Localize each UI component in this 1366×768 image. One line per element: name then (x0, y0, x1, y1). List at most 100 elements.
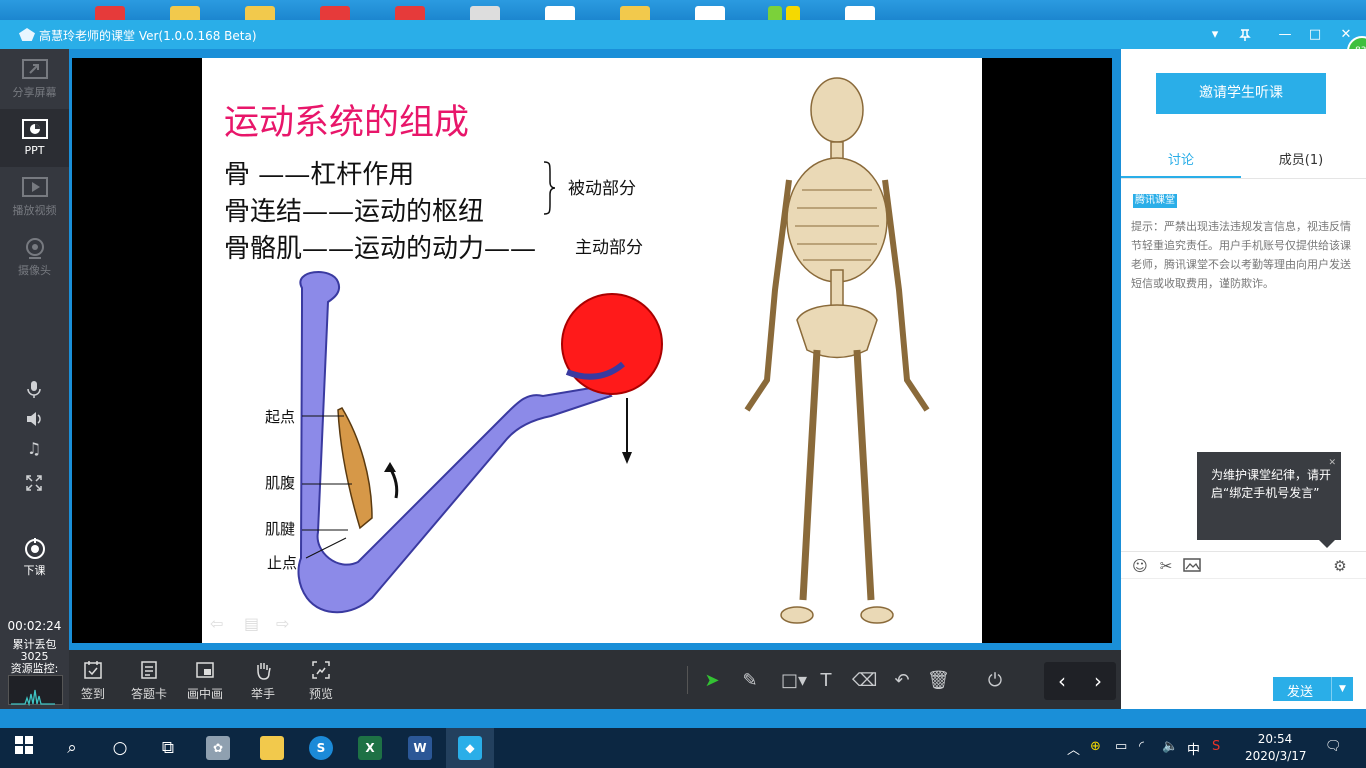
scissors-icon[interactable]: ✂ (1157, 557, 1175, 575)
cortana-icon[interactable]: ○ (108, 736, 132, 760)
task-view-icon[interactable]: ⧉ (156, 736, 180, 760)
end-class-button[interactable]: 下课 (0, 527, 69, 585)
battery-icon[interactable]: ▭ (1115, 739, 1127, 754)
end-class-label: 下课 (23, 564, 46, 577)
invite-students-button[interactable]: 邀请学生听课 (1156, 73, 1326, 114)
send-label: 发送 (1287, 685, 1314, 700)
slide-next-arrow-icon[interactable]: ⇨ (276, 614, 296, 633)
sidebar-item-camera[interactable]: 摄像头 (0, 227, 69, 285)
desktop-file-icon[interactable] (786, 6, 800, 20)
tool-sign-in-button[interactable]: 签到 (67, 660, 119, 702)
fullscreen-icon[interactable] (24, 474, 44, 494)
desktop-file-icon[interactable] (545, 6, 575, 20)
tray-expand-icon[interactable]: ︿ (1067, 739, 1080, 758)
speaker-icon[interactable] (24, 409, 44, 429)
music-icon[interactable]: ♫ (24, 439, 44, 459)
tab-discussion[interactable]: 讨论 (1121, 149, 1241, 168)
image-icon[interactable] (1183, 557, 1201, 575)
brace-shape (543, 161, 556, 215)
settings-gear-icon[interactable]: ⚙ (1331, 557, 1349, 575)
checkin-icon (84, 661, 102, 679)
tool-raise-hand-button[interactable]: 举手 (237, 660, 289, 702)
tool-answer-card-button[interactable]: 答题卡 (123, 660, 175, 702)
text-tool-icon[interactable]: T (815, 670, 837, 692)
arm-label-origin: 起点 (265, 408, 296, 426)
tool-label: 预览 (308, 687, 333, 701)
taskbar-app-tencent-classroom[interactable]: ◆ (446, 728, 494, 768)
prev-page-icon[interactable]: ‹ (1052, 669, 1072, 693)
send-button[interactable]: 发送 ▼ (1273, 677, 1353, 701)
desktop-folder-icon[interactable] (620, 6, 650, 20)
slide-stage: 运动系统的组成 骨 ——杠杆作用 骨连结——运动的枢纽 骨骼肌——运动的动力——… (72, 58, 1112, 643)
desktop-file-icon[interactable] (320, 6, 350, 20)
maximize-icon[interactable]: □ (1304, 24, 1326, 46)
slide-prev-arrow-icon[interactable]: ⇦ (210, 614, 230, 633)
taskbar-app-word[interactable]: W (396, 728, 444, 768)
tooltip-close-icon[interactable]: ✕ (1328, 454, 1336, 472)
desktop-file-icon[interactable] (845, 6, 875, 20)
input-method-indicator[interactable]: 中 (1187, 739, 1200, 758)
taskbar-app-file-explorer[interactable] (248, 728, 296, 768)
taskbar-app-sogou-browser[interactable]: S (297, 728, 345, 768)
slide-text-line: 骨 ——杠杆作用 (224, 160, 415, 190)
slide-text-line: 骨连结——运动的枢纽 (224, 197, 485, 227)
undo-tool-icon[interactable]: ↶ (891, 670, 913, 692)
pin-icon[interactable] (1234, 24, 1256, 46)
left-sidebar: 分享屏幕 PPT 播放视频 摄像头 ♫ 下课 00:02:24 累计丢包 302… (0, 49, 69, 709)
sidebar-item-share-screen[interactable]: 分享屏幕 (0, 49, 69, 107)
bottom-toolbar: 签到 答题卡 画中画 举手 预览 ➤ ✎ □▾ T ⌫ ↶ 🗑 ⏻ ‹ › (69, 650, 1121, 709)
eraser-tool-icon[interactable]: ⌫ (852, 670, 877, 692)
chat-input[interactable] (1121, 581, 1366, 671)
pointer-tool-icon[interactable]: ➤ (701, 670, 723, 692)
desktop-file-icon[interactable] (470, 6, 500, 20)
slide-menu-icon[interactable]: ▤ (244, 614, 264, 633)
right-panel: 邀请学生听课 讨论 成员(1) 腾讯课堂 提示：严禁出现违法违规发言信息，视违反… (1121, 49, 1366, 709)
tool-preview-button[interactable]: 预览 (295, 660, 347, 702)
arm-label-muscle-belly: 肌腹 (265, 474, 296, 492)
desktop-file-icon[interactable] (395, 6, 425, 20)
desktop-file-icon[interactable] (95, 6, 125, 20)
dropdown-icon[interactable]: ▾ (1204, 24, 1226, 46)
slide-pager: ‹ › (1044, 662, 1116, 700)
tab-members[interactable]: 成员(1) (1241, 149, 1361, 168)
chat-toolbar: ☺ ✂ ⚙ (1121, 551, 1366, 579)
power-icon[interactable]: ⏻ (984, 670, 1006, 692)
minimize-icon[interactable]: — (1274, 24, 1296, 46)
search-icon[interactable]: ⌕ (60, 736, 84, 760)
delete-tool-icon[interactable]: 🗑 (927, 670, 950, 692)
emoji-icon[interactable]: ☺ (1131, 557, 1149, 575)
microphone-icon[interactable] (24, 379, 44, 399)
desktop-file-icon[interactable] (695, 6, 725, 20)
pen-tool-icon[interactable]: ✎ (739, 670, 761, 692)
picture-in-picture-icon (196, 662, 214, 678)
send-options-dropdown-icon[interactable]: ▼ (1331, 677, 1353, 701)
network-icon[interactable]: ◜ (1139, 739, 1144, 754)
sidebar-item-label: PPT (24, 144, 45, 157)
sogou-input-icon[interactable]: S (1212, 739, 1220, 754)
slide-title: 运动系统的组成 (224, 103, 470, 143)
resource-monitor-graph (8, 675, 63, 707)
tool-label: 举手 (250, 687, 275, 701)
tool-label: 画中画 (186, 687, 223, 701)
clock-time: 20:54 (1257, 732, 1293, 746)
sidebar-item-label: 分享屏幕 (12, 86, 57, 99)
notification-center-icon[interactable]: 🗨 (1325, 739, 1342, 754)
desktop-file-icon[interactable] (768, 6, 782, 20)
active-part-label: 主动部分 (575, 238, 643, 258)
desktop-folder-icon[interactable] (170, 6, 200, 20)
next-page-icon[interactable]: › (1088, 669, 1108, 693)
end-class-icon (24, 538, 45, 559)
system-clock[interactable]: 20:54 2020/3/17 (1245, 731, 1307, 765)
taskbar-app-pinwheel[interactable]: ✿ (194, 728, 242, 768)
bind-phone-tooltip: 为维护课堂纪律，请开启“绑定手机号发言” ✕ (1197, 452, 1341, 548)
desktop-folder-icon[interactable] (245, 6, 275, 20)
volume-muted-icon[interactable]: 🔈 (1162, 739, 1178, 754)
ppt-icon (21, 119, 48, 139)
sidebar-item-ppt[interactable]: PPT (0, 109, 69, 167)
tool-picture-in-picture-button[interactable]: 画中画 (179, 660, 231, 702)
windows-start-icon[interactable] (12, 736, 36, 760)
sidebar-item-play-video[interactable]: 播放视频 (0, 167, 69, 225)
taskbar-app-excel[interactable]: X (346, 728, 394, 768)
shape-tool-icon[interactable]: □▾ (779, 670, 809, 692)
tray-plus-icon[interactable]: ⊕ (1090, 739, 1101, 754)
